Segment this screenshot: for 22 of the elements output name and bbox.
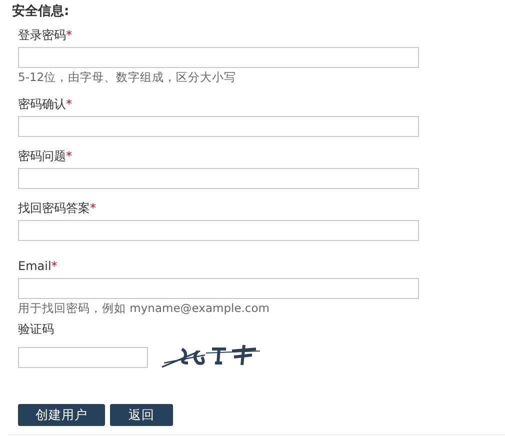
input-field[interactable]	[18, 47, 419, 68]
field-label: Email	[18, 259, 52, 273]
field-label: 验证码	[18, 322, 54, 336]
field-hint: 用于找回密码，例如 myname@example.com	[18, 300, 270, 316]
field-label: 密码问题	[18, 149, 66, 163]
input-field[interactable]	[18, 116, 419, 137]
section-title: 安全信息:	[12, 3, 70, 21]
required-mark: *	[66, 28, 72, 42]
input-field[interactable]	[18, 278, 419, 299]
required-mark: *	[66, 149, 72, 163]
captcha-field[interactable]	[18, 346, 148, 368]
required-mark: *	[90, 201, 96, 215]
back-button[interactable]: 返回	[110, 404, 173, 426]
field-label: 找回密码答案	[18, 201, 90, 215]
create-button[interactable]: 创建用户	[18, 404, 105, 426]
required-mark: *	[51, 259, 58, 273]
required-mark: *	[66, 97, 72, 111]
field-hint: 5-12位，由字母、数字组成，区分大小写	[18, 69, 238, 85]
input-field[interactable]	[18, 220, 419, 241]
input-field[interactable]	[18, 168, 419, 189]
field-label: 登录密码	[18, 28, 66, 42]
field-label: 密码确认	[18, 97, 66, 111]
